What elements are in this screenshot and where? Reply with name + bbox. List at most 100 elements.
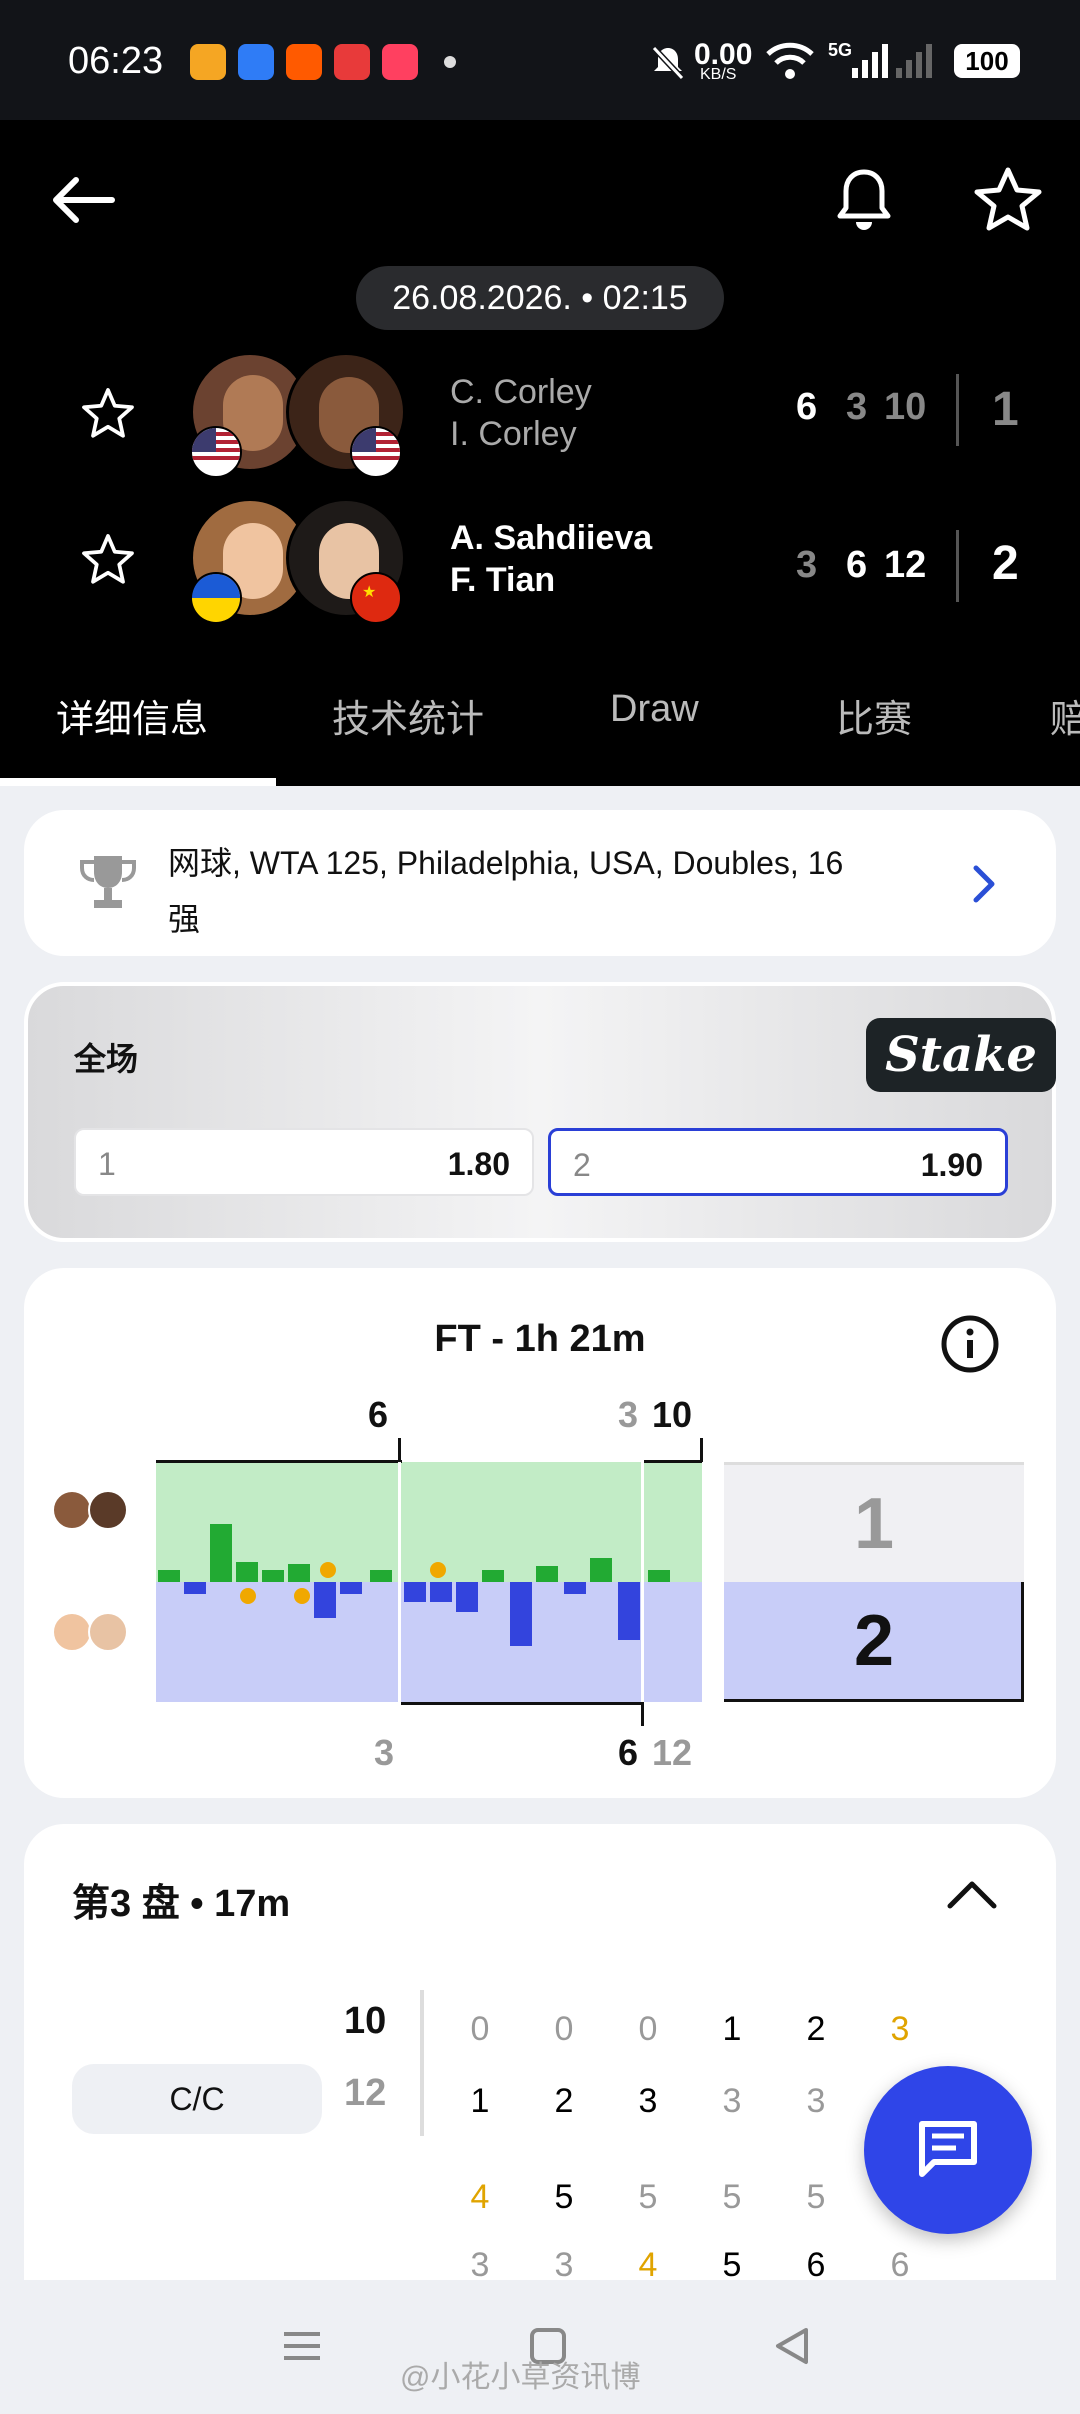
- point-score: 3: [890, 2010, 910, 2048]
- score-column-divider: [420, 1990, 424, 2136]
- momentum-bar: [236, 1562, 258, 1582]
- favorite-star-icon[interactable]: [968, 160, 1048, 240]
- tab-details[interactable]: 详细信息: [56, 688, 208, 743]
- momentum-bar: [314, 1582, 336, 1618]
- set1-tick: [398, 1438, 401, 1462]
- momentum-bar: [564, 1582, 586, 1594]
- browser-icon: [238, 44, 274, 80]
- team1-star-icon[interactable]: [78, 384, 138, 444]
- momentum-bar: [184, 1582, 206, 1594]
- set2-top-label: 3: [618, 1394, 639, 1435]
- team1-sets-won: 1: [992, 383, 1019, 436]
- momentum-bar: [648, 1570, 670, 1582]
- score-divider: [956, 530, 959, 602]
- point-score: 2: [554, 2082, 574, 2120]
- more-dot-icon: [444, 56, 456, 68]
- odds-card: 全场 Stake 1 1.80 2 1.90: [24, 982, 1056, 1242]
- set1-top-line: [156, 1460, 402, 1463]
- signal-2-icon: [896, 44, 932, 78]
- odds-option-1[interactable]: 1 1.80: [74, 1128, 534, 1196]
- momentum-bar: [590, 1558, 612, 1582]
- set3-score-top: 10: [344, 2000, 387, 2042]
- set-separator-1: [398, 1462, 401, 1726]
- serve-ball-icon: [240, 1588, 256, 1604]
- odds-option-2[interactable]: 2 1.90: [548, 1128, 1008, 1196]
- wifi-icon: [766, 42, 814, 79]
- bell-icon[interactable]: [824, 160, 904, 240]
- momentum-bar: [456, 1582, 478, 1612]
- trophy-icon: [80, 856, 136, 908]
- momentum-bar: [404, 1582, 426, 1602]
- serve-ball-icon: [430, 1562, 446, 1578]
- team1-set3-score: 10: [884, 386, 927, 428]
- menu-icon[interactable]: [280, 2324, 324, 2368]
- system-nav-bar: @小花小草资讯博: [0, 2280, 1080, 2414]
- set3-top-line: [644, 1460, 702, 1463]
- status-time: 06:23: [68, 40, 164, 82]
- ukraine-flag-icon: [190, 572, 242, 624]
- point-score: 3: [806, 2082, 826, 2120]
- set3-bottom-label: 12: [652, 1732, 693, 1773]
- tab-stats[interactable]: 技术统计: [332, 688, 484, 743]
- watermark: @小花小草资讯博: [400, 2361, 641, 2394]
- stake-logo[interactable]: Stake: [866, 1018, 1056, 1092]
- result-top-box: 1: [724, 1462, 1024, 1582]
- momentum-bar: [340, 1582, 362, 1594]
- odds-title: 全场: [74, 1041, 139, 1077]
- team2-sets-won: 2: [992, 537, 1019, 590]
- set1-top-label: 6: [368, 1394, 389, 1435]
- result-top-value: 1: [853, 1484, 895, 1564]
- set3-tick: [700, 1438, 703, 1462]
- result-bottom-value: 2: [853, 1601, 895, 1681]
- odds-option-2-label: 2: [573, 1147, 591, 1183]
- net-unit: KB/S: [700, 66, 737, 83]
- team1-set2-score: 3: [846, 386, 868, 428]
- team2-mini-avatar: [52, 1612, 92, 1652]
- china-flag-icon: ★: [350, 572, 402, 624]
- tab-odds[interactable]: 赔: [1050, 688, 1080, 743]
- tournament-card[interactable]: 网球, WTA 125, Philadelphia, USA, Doubles,…: [24, 810, 1056, 956]
- set2-tick: [641, 1702, 644, 1726]
- video-icon: [382, 44, 418, 80]
- team-filter-chip[interactable]: C/C: [72, 2064, 322, 2134]
- usa-flag-icon: [350, 426, 402, 478]
- match-datetime: 26.08.2026. • 02:15: [356, 266, 724, 330]
- team2-mini-avatar-2: [88, 1612, 128, 1652]
- team1-player2-name: I. Corley: [450, 415, 577, 453]
- team2-star-icon[interactable]: [78, 530, 138, 590]
- point-score: 0: [638, 2010, 658, 2048]
- set3-title: 第3 盘 • 17m: [72, 1883, 291, 1925]
- toutiao-icon: [334, 44, 370, 80]
- score-divider: [956, 374, 959, 446]
- team2-player2-name: F. Tian: [450, 561, 556, 599]
- momentum-bar: [482, 1570, 504, 1582]
- tab-matches[interactable]: 比赛: [836, 688, 912, 743]
- battery-indicator: 100: [954, 44, 1020, 78]
- point-score: 1: [470, 2082, 490, 2120]
- team1-mini-avatar: [52, 1490, 92, 1530]
- network-type: 5G: [828, 40, 853, 60]
- back-triangle-icon[interactable]: [770, 2324, 814, 2368]
- tab-draw[interactable]: Draw: [610, 688, 699, 731]
- info-icon[interactable]: [940, 1314, 1000, 1374]
- set1-bottom-label: 3: [374, 1732, 395, 1773]
- momentum-bar: [536, 1566, 558, 1582]
- momentum-bar: [430, 1582, 452, 1602]
- tournament-round: 强: [168, 901, 201, 937]
- chat-fab-button[interactable]: [864, 2066, 1032, 2234]
- point-score: 2: [806, 2010, 826, 2048]
- chevron-up-icon[interactable]: [944, 1874, 1000, 1914]
- match-header: 26.08.2026. • 02:15 C. Corley I. Corley …: [0, 120, 1080, 786]
- team1-set1-score: 6: [796, 386, 818, 428]
- point-score: 1: [722, 2010, 742, 2048]
- team2-player1-name: A. Sahdiieva: [450, 519, 653, 557]
- signal-icon: [852, 44, 888, 78]
- odds-option-1-value: 1.80: [447, 1146, 510, 1182]
- back-arrow-icon[interactable]: [44, 160, 124, 240]
- set2-bottom-label: 6: [618, 1732, 639, 1773]
- set3-score-bottom: 12: [344, 2072, 387, 2114]
- point-score: 5: [806, 2178, 826, 2216]
- momentum-bar: [288, 1564, 310, 1582]
- team2-set2-score: 6: [846, 544, 868, 586]
- team2-set3-score: 12: [884, 544, 927, 586]
